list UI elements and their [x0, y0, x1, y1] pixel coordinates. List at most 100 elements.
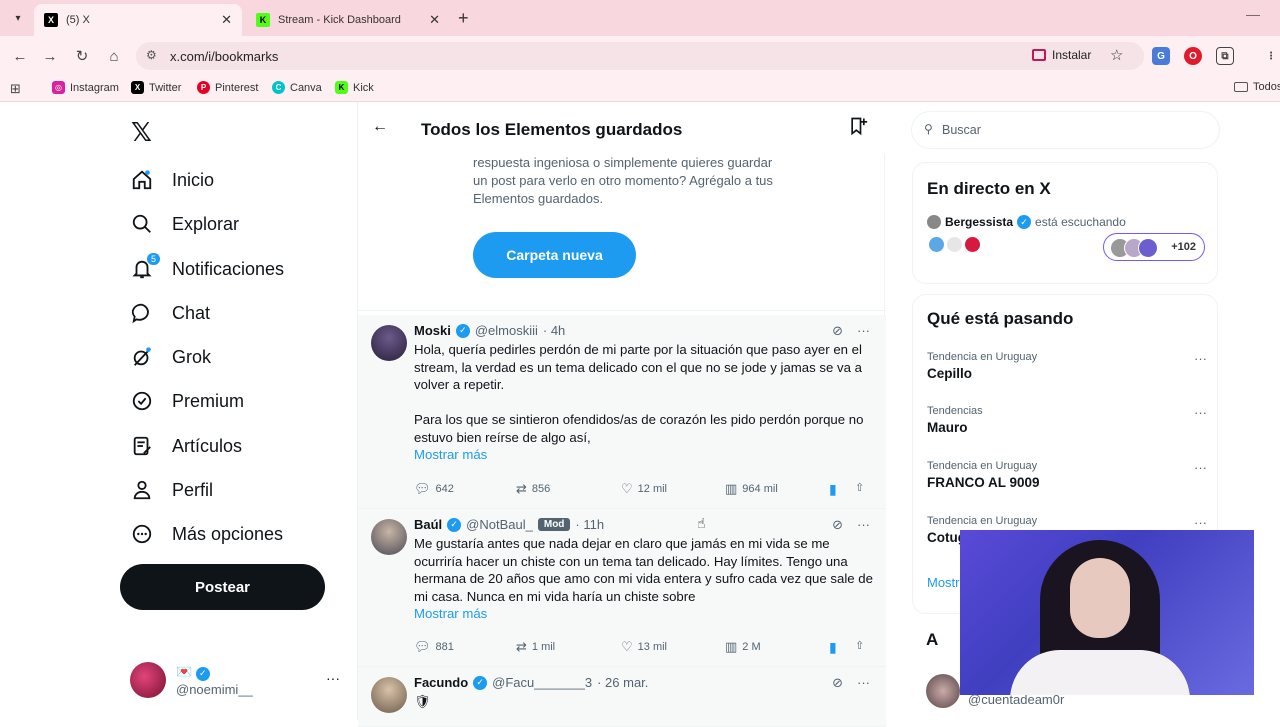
home-browser-icon[interactable]: ⌂	[104, 46, 124, 66]
instagram-icon: ◎	[52, 81, 65, 94]
avatar[interactable]	[371, 519, 407, 555]
reply-button[interactable]: 💬︎ 642	[414, 481, 454, 497]
tab-kick[interactable]: K Stream - Kick Dashboard ✕	[246, 4, 450, 36]
author-name[interactable]: Moski	[414, 323, 451, 338]
nav-item-mas-opciones[interactable]: Más opciones	[130, 514, 283, 554]
tab-x[interactable]: X (5) X ✕	[34, 4, 242, 36]
more-icon[interactable]: ···	[857, 323, 870, 339]
nav-item-perfil[interactable]: Perfil	[130, 470, 213, 510]
author-name[interactable]: Facundo	[414, 675, 468, 690]
profile-name: 💌 ✓	[176, 664, 210, 681]
bookmark-twitter[interactable]: X Twitter	[131, 81, 181, 94]
reload-icon[interactable]: ↻	[72, 46, 92, 66]
new-folder-button[interactable]: Carpeta nueva	[473, 232, 636, 278]
new-tab-icon[interactable]: +	[458, 8, 469, 29]
avatar[interactable]	[371, 677, 407, 713]
tweet-time[interactable]: · 26 mar.	[597, 675, 648, 690]
tweet-card[interactable]: Baúl ✓ @NotBaul_ Mod · 11h ⊘ ··· Me gusta…	[358, 509, 886, 667]
author-handle[interactable]: @elmoskiii	[475, 323, 538, 338]
translate-extension-icon[interactable]: G	[1152, 47, 1170, 65]
grok-icon[interactable]: ⊘	[832, 323, 843, 339]
views-button[interactable]: ▥ 2 M	[725, 639, 761, 655]
post-button[interactable]: Postear	[120, 564, 325, 610]
nav-item-articulos[interactable]: Artículos	[130, 426, 242, 466]
more-icon[interactable]: ···	[1194, 405, 1207, 420]
nav-item-inicio[interactable]: Inicio	[130, 160, 214, 200]
trend-item[interactable]: Tendencia en Uruguay FRANCO AL 9009 ···	[927, 460, 1207, 490]
nav-item-chat[interactable]: Chat	[130, 293, 210, 333]
like-button[interactable]: ♡ 13 mil	[621, 639, 667, 655]
repost-icon: ⇄	[516, 639, 527, 654]
tweet-time[interactable]: · 11h	[575, 517, 604, 532]
tab-search-icon[interactable]: ▾	[8, 8, 28, 28]
repost-button[interactable]: ⇄ 1 mil	[516, 639, 555, 655]
share-icon[interactable]: ⇧	[855, 639, 864, 652]
tweet-card[interactable]: Facundo ✓ @Facu_______3 · 26 mar. ⊘ ··· 🛡	[358, 667, 886, 727]
more-icon[interactable]: ···	[326, 670, 340, 686]
repost-button[interactable]: ⇄ 856	[516, 481, 550, 497]
account-switcher[interactable]: 💌 ✓ @noemimi__ ···	[130, 662, 340, 702]
tab-title: (5) X	[66, 14, 90, 26]
bookmarks-folder[interactable]: Todos	[1234, 81, 1280, 93]
nav-item-notificaciones[interactable]: 5 Notificaciones	[130, 249, 284, 289]
extensions-icon[interactable]: ⧉	[1216, 47, 1234, 65]
nav-label: Grok	[172, 346, 212, 367]
bookmark-pinterest[interactable]: P Pinterest	[197, 81, 258, 94]
apps-grid-icon[interactable]: ⊞	[10, 81, 21, 97]
reply-count: 881	[435, 641, 454, 653]
minimize-window-icon[interactable]: —	[1246, 6, 1260, 22]
nav-item-explorar[interactable]: Explorar	[130, 204, 239, 244]
bookmark-canva[interactable]: C Canva	[272, 81, 322, 94]
views-button[interactable]: ▥ 964 mil	[725, 481, 778, 497]
search-input[interactable]: ⚲ Buscar	[911, 111, 1220, 149]
install-button[interactable]: Instalar	[1032, 48, 1091, 62]
site-info-icon[interactable]: ⚙	[146, 48, 157, 62]
grok-icon[interactable]: ⊘	[832, 517, 843, 533]
show-more-link[interactable]: Mostrar más	[414, 446, 874, 464]
listeners-pill[interactable]: +102	[1103, 233, 1205, 261]
back-icon[interactable]: ←	[10, 46, 30, 66]
reply-button[interactable]: 💬︎ 881	[414, 639, 454, 655]
author-handle[interactable]: @Facu_______3	[492, 675, 592, 690]
bookmark-instagram[interactable]: ◎ Instagram	[52, 81, 119, 94]
opera-extension-icon[interactable]: O	[1184, 47, 1202, 65]
bookmark-kick[interactable]: K Kick	[335, 81, 374, 94]
more-icon[interactable]: ···	[1194, 460, 1207, 475]
address-bar[interactable]	[136, 42, 1144, 70]
trend-item[interactable]: Tendencia en Uruguay Cepillo ···	[927, 351, 1207, 381]
live-user[interactable]: Bergessista ✓ está escuchando	[927, 215, 1126, 229]
share-icon[interactable]: ⇧	[855, 481, 864, 494]
tweet-time[interactable]: · 4h	[543, 323, 565, 338]
more-icon[interactable]: ···	[857, 517, 870, 533]
forward-icon[interactable]: →	[40, 46, 60, 66]
avatar	[1138, 238, 1158, 258]
author-name[interactable]: Baúl	[414, 517, 442, 532]
avatar[interactable]	[926, 674, 960, 708]
x-logo-icon[interactable]: 𝕏	[131, 117, 152, 148]
like-button[interactable]: ♡ 12 mil	[621, 481, 667, 497]
nav-item-grok[interactable]: Grok	[130, 337, 211, 377]
url-text[interactable]: x.com/i/bookmarks	[170, 49, 278, 64]
tweet-card[interactable]: Moski ✓ @elmoskiii · 4h ⊘ ··· Hola, querí…	[358, 315, 886, 509]
new-folder-icon[interactable]	[848, 116, 868, 141]
trend-item[interactable]: Tendencias Mauro ···	[927, 405, 1207, 435]
author-handle[interactable]: @NotBaul_	[466, 517, 533, 532]
close-tab-icon[interactable]: ✕	[429, 12, 440, 28]
bookmark-label: Pinterest	[215, 81, 259, 94]
avatar[interactable]	[371, 325, 407, 361]
nav-item-premium[interactable]: Premium	[130, 381, 244, 421]
show-more-link[interactable]: Mostrar más	[414, 605, 874, 623]
bookmark-filled-icon[interactable]: ▮	[829, 639, 837, 656]
menu-icon[interactable]: ⋮	[1262, 47, 1280, 65]
back-arrow-icon[interactable]: ←	[372, 118, 388, 136]
dot	[965, 237, 980, 252]
more-icon[interactable]: ···	[1194, 515, 1207, 530]
bookmark-star-icon[interactable]: ☆	[1110, 46, 1123, 64]
more-icon[interactable]: ···	[1194, 351, 1207, 366]
grok-icon[interactable]: ⊘	[832, 675, 843, 691]
show-more-link[interactable]: Mostr	[927, 575, 960, 590]
bookmark-filled-icon[interactable]: ▮	[829, 481, 837, 498]
more-icon[interactable]: ···	[857, 675, 870, 691]
live-title: En directo en X	[927, 179, 1051, 198]
close-tab-icon[interactable]: ✕	[221, 12, 232, 28]
